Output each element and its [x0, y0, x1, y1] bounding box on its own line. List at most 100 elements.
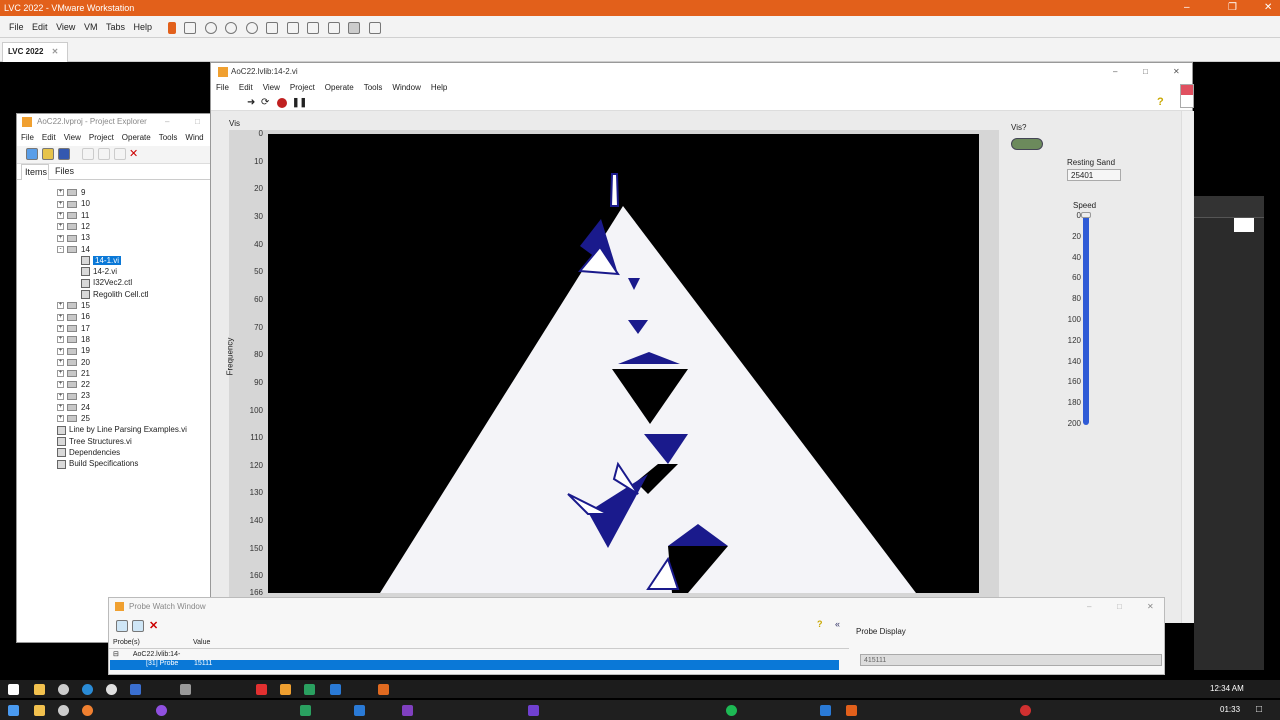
- tree-folder[interactable]: +16: [17, 311, 90, 322]
- vm-menu-edit[interactable]: Edit: [29, 16, 51, 38]
- tree-folder[interactable]: +23: [17, 390, 90, 401]
- pause-icon[interactable]: [167, 21, 176, 34]
- expand-icon[interactable]: +: [57, 358, 64, 366]
- vm-menu-tabs[interactable]: Tabs: [103, 16, 128, 38]
- notifications-icon[interactable]: □: [1256, 704, 1262, 715]
- menu-file[interactable]: File: [211, 83, 234, 92]
- tree-folder[interactable]: +9: [17, 187, 85, 198]
- collapse-group-icon[interactable]: ⊟: [113, 651, 119, 658]
- menu-tools[interactable]: Tools: [359, 83, 388, 92]
- pause-icon[interactable]: ❚❚: [292, 97, 307, 108]
- tree-folder[interactable]: +10: [17, 198, 90, 209]
- menu-operate[interactable]: Operate: [320, 83, 359, 92]
- vis-toggle[interactable]: [1011, 138, 1043, 150]
- collapse-icon[interactable]: «: [835, 619, 840, 629]
- restore-icon[interactable]: ❐: [1228, 0, 1237, 16]
- maximize-icon[interactable]: □: [1143, 63, 1148, 81]
- vm-menu-file[interactable]: File: [6, 16, 27, 38]
- spotify-icon[interactable]: [726, 705, 737, 716]
- console-icon[interactable]: [348, 21, 361, 34]
- fullscreen-icon[interactable]: [307, 21, 320, 34]
- clock-host[interactable]: 01:33: [1220, 705, 1240, 714]
- firefox-icon[interactable]: [82, 705, 93, 716]
- app-icon[interactable]: [156, 705, 167, 716]
- stretch-icon[interactable]: [368, 21, 381, 34]
- menu-help[interactable]: Help: [426, 83, 452, 92]
- expand-icon[interactable]: +: [57, 404, 64, 412]
- expand-icon[interactable]: +: [57, 313, 64, 321]
- menu-view[interactable]: View: [258, 83, 285, 92]
- tab-items[interactable]: Items: [21, 164, 49, 180]
- plot-area[interactable]: [268, 134, 979, 593]
- menu-window[interactable]: Window: [387, 83, 425, 92]
- labview-icon[interactable]: [280, 684, 291, 695]
- tree-folder[interactable]: +18: [17, 334, 90, 345]
- vscode-icon[interactable]: [354, 705, 365, 716]
- open-probe-icon[interactable]: [116, 620, 128, 632]
- tab-files[interactable]: Files: [55, 166, 74, 176]
- vscode-icon[interactable]: [330, 684, 341, 695]
- start-icon[interactable]: [8, 684, 19, 695]
- expand-icon[interactable]: -: [57, 245, 64, 253]
- copy-icon[interactable]: [98, 148, 110, 160]
- expand-icon[interactable]: +: [57, 370, 64, 378]
- close-icon[interactable]: ✕: [1147, 598, 1154, 615]
- expand-icon[interactable]: +: [57, 415, 64, 423]
- save-all-icon[interactable]: [58, 148, 70, 160]
- menu-window[interactable]: Wind: [181, 133, 207, 142]
- tree-folder[interactable]: +11: [17, 210, 89, 221]
- tree-folder[interactable]: +13: [17, 232, 90, 243]
- snapshot-manager-icon[interactable]: [245, 21, 258, 34]
- vm-menu-help[interactable]: Help: [130, 16, 155, 38]
- expand-icon[interactable]: +: [57, 302, 64, 310]
- app-icon[interactable]: [528, 705, 539, 716]
- maximize-icon[interactable]: □: [195, 114, 200, 130]
- tree-folder[interactable]: +24: [17, 402, 90, 413]
- speed-slider-thumb[interactable]: [1081, 212, 1091, 218]
- menu-operate[interactable]: Operate: [118, 133, 155, 142]
- app-icon[interactable]: [304, 684, 315, 695]
- edge-icon[interactable]: [82, 684, 93, 695]
- tree-folder[interactable]: - 14: [17, 244, 90, 255]
- app-icon[interactable]: [378, 684, 389, 695]
- minimize-icon[interactable]: –: [1113, 63, 1117, 81]
- menu-view[interactable]: View: [60, 133, 85, 142]
- chrome-icon[interactable]: [58, 684, 69, 695]
- explorer-icon[interactable]: [34, 705, 45, 716]
- expand-icon[interactable]: +: [57, 324, 64, 332]
- expand-icon[interactable]: +: [57, 189, 64, 197]
- delete-icon[interactable]: ✕: [129, 147, 138, 160]
- app-icon[interactable]: [1020, 705, 1031, 716]
- app-icon[interactable]: [180, 684, 191, 695]
- expand-icon[interactable]: +: [57, 200, 64, 208]
- remove-probe-icon[interactable]: [132, 620, 144, 632]
- app-icon[interactable]: [256, 684, 267, 695]
- snapshot-icon[interactable]: [204, 21, 217, 34]
- thumbnail-icon[interactable]: [286, 21, 299, 34]
- menu-file[interactable]: File: [17, 133, 38, 142]
- expand-icon[interactable]: +: [57, 336, 64, 344]
- vmware-icon[interactable]: [820, 705, 831, 716]
- paste-icon[interactable]: [114, 148, 126, 160]
- expand-icon[interactable]: +: [57, 223, 64, 231]
- unity-icon[interactable]: [327, 21, 340, 34]
- menu-tools[interactable]: Tools: [155, 133, 182, 142]
- menu-project[interactable]: Project: [85, 133, 118, 142]
- minimize-icon[interactable]: –: [165, 114, 169, 130]
- start-icon[interactable]: [8, 705, 19, 716]
- tree-folder[interactable]: +17: [17, 323, 90, 334]
- tree-folder[interactable]: +25: [17, 413, 90, 424]
- speed-slider[interactable]: [1083, 215, 1089, 425]
- menu-project[interactable]: Project: [285, 83, 320, 92]
- run-continuous-icon[interactable]: ⟳: [261, 97, 269, 108]
- explorer-icon[interactable]: [34, 684, 45, 695]
- tree-item[interactable]: Build Specifications: [17, 458, 138, 469]
- expand-icon[interactable]: +: [57, 347, 64, 355]
- app-icon[interactable]: [130, 684, 141, 695]
- tab-close-icon[interactable]: ✕: [52, 47, 59, 56]
- expand-icon[interactable]: +: [57, 392, 64, 400]
- expand-icon[interactable]: +: [57, 234, 64, 242]
- cut-icon[interactable]: [82, 148, 94, 160]
- tree-item[interactable]: Tree Structures.vi: [17, 436, 132, 447]
- delete-probe-icon[interactable]: ✕: [149, 619, 158, 632]
